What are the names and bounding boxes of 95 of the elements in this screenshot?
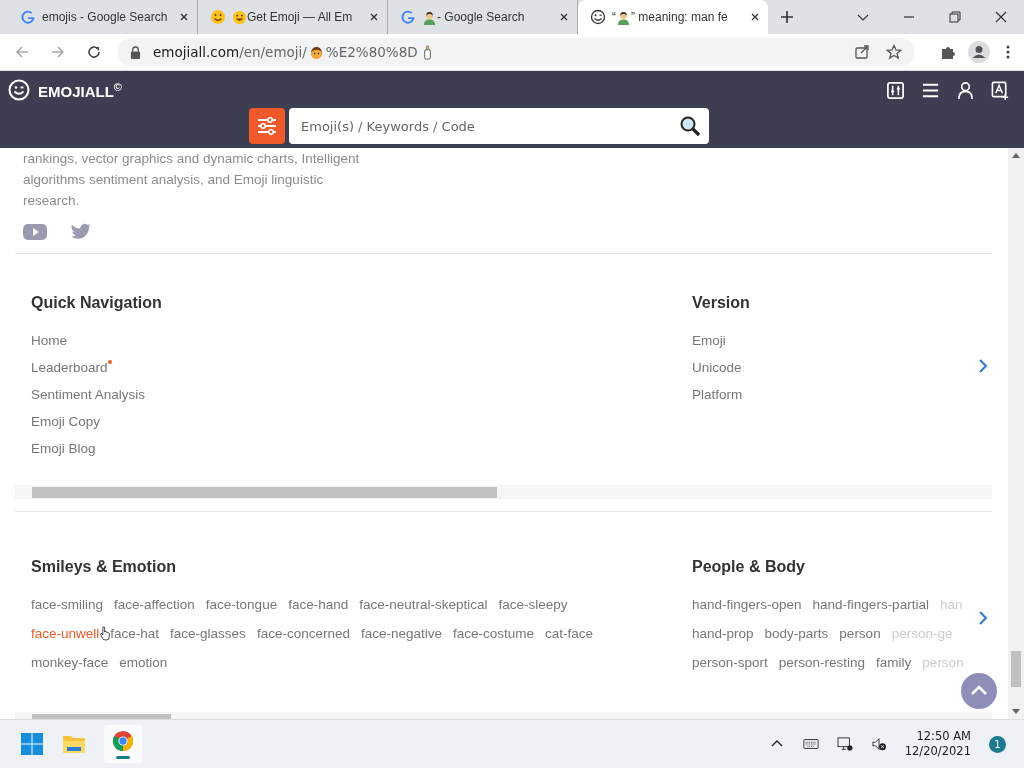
- category-link[interactable]: face-neutral-skeptical: [359, 596, 488, 614]
- nav-link[interactable]: Leaderboard: [31, 359, 108, 377]
- tab-title: ” meaning: man fe: [631, 10, 728, 24]
- close-icon[interactable]: [369, 12, 379, 22]
- video-play-icon[interactable]: [23, 223, 47, 241]
- category-link[interactable]: person-resting: [778, 654, 866, 672]
- section-heading: Quick Navigation: [31, 294, 163, 312]
- notification-badge[interactable]: 1: [989, 735, 1006, 753]
- filter-button[interactable]: [249, 108, 285, 144]
- section-heading: Version: [692, 294, 751, 312]
- reload-icon[interactable]: [86, 44, 102, 60]
- section-heading: Smileys & Emotion: [31, 558, 177, 576]
- hand-cursor-icon: [100, 626, 110, 641]
- tab-title: Get Emoji — All Em: [247, 10, 353, 24]
- smiley-logo-icon: [8, 79, 30, 101]
- category-link[interactable]: body-parts: [764, 625, 829, 643]
- windows-start-icon[interactable]: [20, 732, 44, 756]
- star-icon[interactable]: [886, 44, 902, 60]
- search-icon[interactable]: [679, 115, 701, 137]
- profile-icon[interactable]: [968, 41, 990, 63]
- new-tab-icon[interactable]: [780, 10, 794, 24]
- url-text: %E2%80%8D: [325, 44, 418, 60]
- close-icon[interactable]: [179, 12, 189, 22]
- sliders-icon[interactable]: [886, 80, 905, 100]
- scroll-to-top-icon[interactable]: [961, 673, 997, 709]
- search-field[interactable]: Emoji(s) / Keywords / Code: [289, 108, 709, 144]
- category-link[interactable]: person-sport: [692, 654, 768, 672]
- taskbar-app-button[interactable]: [104, 725, 142, 763]
- close-icon[interactable]: [750, 12, 760, 22]
- scroll-down-arrow-icon[interactable]: [1012, 709, 1020, 715]
- chevron-right-icon[interactable]: [978, 611, 988, 625]
- category-link[interactable]: hand-fingers-open: [692, 596, 802, 614]
- restore-icon[interactable]: [948, 10, 962, 24]
- tab-title: “: [612, 10, 616, 24]
- category-link[interactable]: face-unwell: [31, 625, 100, 643]
- category-link[interactable]: cat-face: [545, 625, 594, 643]
- more-icon[interactable]: [1006, 44, 1010, 60]
- clock-date[interactable]: 12/20/2021: [904, 744, 971, 759]
- bird-icon[interactable]: [69, 223, 93, 241]
- category-link[interactable]: person: [839, 625, 881, 643]
- category-link[interactable]: emotion: [119, 654, 168, 672]
- nav-link[interactable]: Home: [31, 332, 67, 350]
- google-g-icon: [20, 9, 36, 25]
- tab-title: - Google Search: [437, 10, 525, 24]
- lock-icon: [130, 45, 141, 59]
- grinning-face-icon: [232, 9, 247, 25]
- person-icon: [616, 9, 631, 25]
- nav-link[interactable]: Platform: [692, 386, 743, 404]
- category-link[interactable]: monkey-face: [31, 654, 109, 672]
- user-icon[interactable]: [956, 80, 975, 100]
- category-link[interactable]: face-negative: [360, 625, 442, 643]
- intro-text: rankings, vector graphics and dynamic charts, Intelligent algorithms sentiment analysis, and Emoji linguistic research.: [23, 150, 361, 210]
- category-link[interactable]: face-sleepy: [498, 596, 568, 614]
- speaker-muted-icon[interactable]: [870, 737, 887, 751]
- share-icon[interactable]: [854, 44, 870, 60]
- close-icon[interactable]: [994, 10, 1008, 24]
- tab-title: emojis - Google Search: [42, 10, 168, 24]
- category-link[interactable]: family: [876, 654, 912, 672]
- smiley-icon: [210, 9, 226, 25]
- close-icon[interactable]: [559, 12, 569, 22]
- site-logo[interactable]: EMOJIALL$^{©}$: [38, 80, 122, 100]
- category-link[interactable]: face-tongue: [205, 596, 278, 614]
- address-field[interactable]: emojiall.com/en/emoji/ %E2%80%8D: [118, 38, 914, 66]
- monitor-icon[interactable]: [836, 737, 853, 751]
- category-link[interactable]: hand-fingers-partial: [812, 596, 929, 614]
- category-link[interactable]: face-hand: [288, 596, 349, 614]
- nav-link[interactable]: Emoji: [692, 332, 726, 350]
- vertical-scrollbar[interactable]: [1008, 148, 1024, 719]
- category-link[interactable]: hand-prop: [692, 625, 754, 643]
- chevron-right-icon[interactable]: [978, 359, 988, 373]
- nav-link[interactable]: Unicode: [692, 359, 742, 377]
- category-link[interactable]: face-glasses: [170, 625, 246, 643]
- man-face-icon: [308, 44, 324, 60]
- clock-time[interactable]: 12:50 AM: [916, 729, 971, 744]
- translate-icon[interactable]: [991, 80, 1010, 100]
- scrollbar-thumb[interactable]: [1011, 651, 1021, 687]
- keyboard-icon[interactable]: [802, 737, 819, 751]
- chrome-logo-icon: [112, 729, 134, 752]
- section-heading: People & Body: [692, 558, 806, 576]
- url-text: emojiall.com/en/emoji/: [153, 44, 307, 60]
- category-link[interactable]: face-hat: [110, 625, 160, 643]
- scroll-up-arrow-icon[interactable]: [1012, 152, 1020, 158]
- horizontal-scrollbar[interactable]: [15, 485, 992, 499]
- category-link[interactable]: face-smiling: [31, 596, 104, 614]
- nav-link[interactable]: Sentiment Analysis: [31, 386, 146, 404]
- person-icon: [422, 9, 437, 25]
- smiley-icon: [590, 9, 606, 25]
- category-link[interactable]: face-costume: [453, 625, 535, 643]
- nav-link[interactable]: Emoji Blog: [31, 440, 96, 458]
- browser-tab[interactable]: “ ” meaning: man fe: [578, 0, 768, 34]
- google-g-icon: [400, 9, 416, 25]
- puzzle-icon[interactable]: [940, 44, 956, 60]
- category-link[interactable]: face-affection: [114, 596, 195, 614]
- category-link[interactable]: face-concerned: [256, 625, 350, 643]
- nav-link[interactable]: Emoji Copy: [31, 413, 101, 431]
